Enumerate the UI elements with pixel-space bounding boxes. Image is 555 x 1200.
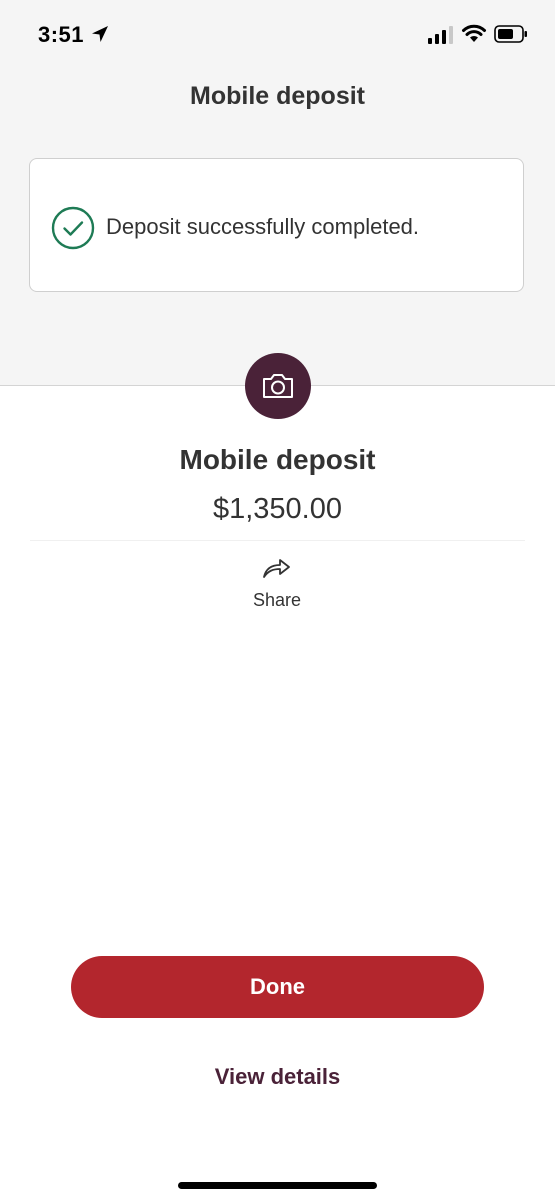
share-button[interactable]: Share: [237, 552, 317, 612]
divider: [30, 540, 525, 541]
share-arrow-icon: [263, 559, 290, 578]
deposit-amount: $1,350.00: [212, 493, 342, 525]
cellular-signal-icon: [428, 26, 453, 44]
share-label: Share: [252, 590, 302, 610]
deposit-title: Mobile deposit: [179, 444, 376, 475]
header-area: 3:51 Mobile deposit Deposit successfully…: [0, 0, 555, 386]
wifi-icon: [462, 24, 486, 42]
page-title: Mobile deposit: [190, 82, 365, 110]
status-time: 3:51: [38, 22, 85, 47]
view-details-link[interactable]: View details: [0, 1064, 555, 1090]
status-bar: 3:51: [0, 0, 555, 70]
success-message: Deposit successfully completed.: [106, 214, 420, 239]
deposit-type-badge: [245, 353, 311, 419]
home-indicator[interactable]: [178, 1182, 377, 1189]
camera-icon: [263, 374, 293, 398]
success-alert: Deposit successfully completed.: [29, 158, 524, 292]
check-circle-icon: [51, 206, 95, 250]
location-arrow-icon: [92, 26, 108, 42]
done-button[interactable]: Done: [71, 956, 484, 1018]
battery-icon: [494, 25, 527, 43]
